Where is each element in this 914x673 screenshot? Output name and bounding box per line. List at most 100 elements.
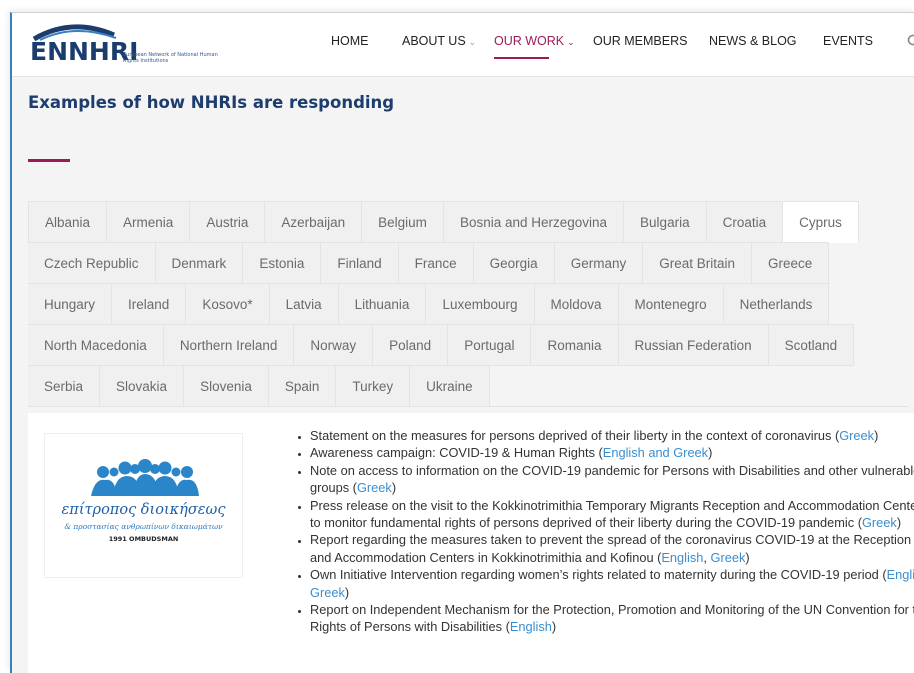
document-link[interactable]: English: [661, 550, 703, 565]
active-nav-underline: [494, 57, 549, 59]
tab-norway[interactable]: Norway: [294, 324, 373, 366]
chevron-down-icon: ⌄: [469, 37, 477, 47]
document-link[interactable]: Greek: [839, 428, 874, 443]
tab-cyprus[interactable]: Cyprus: [783, 201, 859, 243]
nav-item-home[interactable]: HOME: [331, 34, 369, 48]
tab-armenia[interactable]: Armenia: [107, 201, 190, 243]
tab-bulgaria[interactable]: Bulgaria: [624, 201, 707, 243]
list-item-text: Report regarding the measures taken to p…: [310, 532, 911, 564]
tab-croatia[interactable]: Croatia: [707, 201, 784, 243]
nav-item-label: HOME: [331, 34, 369, 48]
nav-item-label: NEWS & BLOG: [709, 34, 797, 48]
ombudsman-year: 1991 OMBUDSMAN: [45, 535, 242, 543]
list-item-suffix: ): [745, 550, 749, 565]
document-link[interactable]: Greek: [357, 480, 392, 495]
tab-scotland[interactable]: Scotland: [769, 324, 855, 366]
list-item: Statement on the measures for persons de…: [310, 427, 914, 444]
list-item-text: Report on Independent Mechanism for the …: [310, 602, 914, 634]
nav-item-our-work[interactable]: OUR WORK⌄: [494, 34, 575, 48]
list-item: Report regarding the measures taken to p…: [310, 531, 914, 566]
people-icon: [45, 434, 242, 504]
title-accent-bar: [28, 159, 70, 162]
tab-luxembourg[interactable]: Luxembourg: [426, 283, 534, 325]
tab-montenegro[interactable]: Montenegro: [619, 283, 724, 325]
tab-latvia[interactable]: Latvia: [270, 283, 339, 325]
tab-great-britain[interactable]: Great Britain: [643, 242, 752, 284]
list-item: Press release on the visit to the Kokkin…: [310, 497, 914, 532]
tab-poland[interactable]: Poland: [373, 324, 448, 366]
list-item: Own Initiative Intervention regarding wo…: [310, 566, 914, 601]
tab-belgium[interactable]: Belgium: [362, 201, 444, 243]
nav-item-events[interactable]: EVENTS: [823, 34, 873, 48]
document-link[interactable]: English and Greek: [603, 445, 708, 460]
tab-slovakia[interactable]: Slovakia: [100, 365, 184, 407]
list-item-suffix: ): [392, 480, 396, 495]
document-link[interactable]: English: [887, 567, 914, 582]
list-item: Report on Independent Mechanism for the …: [310, 601, 914, 636]
nav-item-about-us[interactable]: ABOUT US⌄: [402, 34, 476, 48]
ennhri-logo[interactable]: ENNHRI European Network of National Huma…: [30, 23, 210, 65]
list-item-text: Press release on the visit to the Kokkin…: [310, 498, 914, 530]
tab-albania[interactable]: Albania: [28, 201, 107, 243]
tab-ukraine[interactable]: Ukraine: [410, 365, 490, 407]
nav-item-label: EVENTS: [823, 34, 873, 48]
tab-kosovo[interactable]: Kosovo*: [186, 283, 269, 325]
tab-panel: επίτροπος διοικήσεως & προστασίας ανθρωπ…: [28, 413, 914, 673]
nav-item-label: OUR WORK: [494, 34, 564, 48]
tab-moldova[interactable]: Moldova: [535, 283, 619, 325]
list-item-text: Statement on the measures for persons de…: [310, 428, 839, 443]
tab-northern-ireland[interactable]: Northern Ireland: [164, 324, 295, 366]
list-item-text: Own Initiative Intervention regarding wo…: [310, 567, 887, 582]
tab-russian-federation[interactable]: Russian Federation: [619, 324, 769, 366]
tab-north-macedonia[interactable]: North Macedonia: [28, 324, 164, 366]
list-item-suffix: ): [708, 445, 712, 460]
document-link[interactable]: Greek: [862, 515, 897, 530]
list-item-suffix: ): [874, 428, 878, 443]
tab-turkey[interactable]: Turkey: [336, 365, 410, 407]
list-item: Note on access to information on the COV…: [310, 462, 914, 497]
page-title: Examples of how NHRIs are responding: [28, 93, 394, 112]
nav-item-label: ABOUT US: [402, 34, 466, 48]
tab-germany[interactable]: Germany: [555, 242, 644, 284]
site-header: ENNHRI European Network of National Huma…: [12, 13, 914, 77]
document-link[interactable]: English: [510, 619, 552, 634]
nav-item-news-blog[interactable]: NEWS & BLOG: [709, 34, 797, 48]
logo-subtitle: European Network of National Human Right…: [123, 52, 223, 64]
list-item-text: Awareness campaign: COVID-19 & Human Rig…: [310, 445, 603, 460]
tab-georgia[interactable]: Georgia: [474, 242, 555, 284]
tab-greece[interactable]: Greece: [752, 242, 829, 284]
tab-finland[interactable]: Finland: [321, 242, 398, 284]
ombudsman-logo: επίτροπος διοικήσεως & προστασίας ανθρωπ…: [44, 433, 243, 578]
list-item-suffix: ): [552, 619, 556, 634]
tab-romania[interactable]: Romania: [531, 324, 618, 366]
list-item-text: Note on access to information on the COV…: [310, 463, 914, 495]
tab-slovenia[interactable]: Slovenia: [184, 365, 269, 407]
tab-portugal[interactable]: Portugal: [448, 324, 531, 366]
list-item-suffix: ): [345, 585, 349, 600]
resource-list: Statement on the measures for persons de…: [296, 427, 914, 636]
tab-czech-republic[interactable]: Czech Republic: [28, 242, 156, 284]
tab-austria[interactable]: Austria: [190, 201, 265, 243]
chevron-down-icon: ⌄: [567, 37, 575, 47]
tab-estonia[interactable]: Estonia: [243, 242, 321, 284]
tab-bosnia-and-herzegovina[interactable]: Bosnia and Herzegovina: [444, 201, 624, 243]
tab-lithuania[interactable]: Lithuania: [339, 283, 427, 325]
tab-france[interactable]: France: [399, 242, 474, 284]
tab-denmark[interactable]: Denmark: [156, 242, 244, 284]
search-icon[interactable]: [907, 34, 914, 48]
list-item-suffix: ): [897, 515, 901, 530]
tab-serbia[interactable]: Serbia: [28, 365, 100, 407]
list-item: Awareness campaign: COVID-19 & Human Rig…: [310, 444, 914, 461]
tab-hungary[interactable]: Hungary: [28, 283, 112, 325]
document-link[interactable]: Greek: [310, 585, 345, 600]
document-link[interactable]: Greek: [711, 550, 746, 565]
tab-azerbaijan[interactable]: Azerbaijan: [265, 201, 362, 243]
nav-item-our-members[interactable]: OUR MEMBERS: [593, 34, 687, 48]
tab-netherlands[interactable]: Netherlands: [724, 283, 830, 325]
tab-ireland[interactable]: Ireland: [112, 283, 186, 325]
ombudsman-subname: & προστασίας ανθρωπίνων δικαιωμάτων: [45, 522, 242, 531]
ombudsman-name: επίτροπος διοικήσεως: [45, 502, 242, 518]
tab-spain[interactable]: Spain: [269, 365, 337, 407]
browser-frame: ENNHRI European Network of National Huma…: [10, 12, 914, 673]
nav-item-label: OUR MEMBERS: [593, 34, 687, 48]
